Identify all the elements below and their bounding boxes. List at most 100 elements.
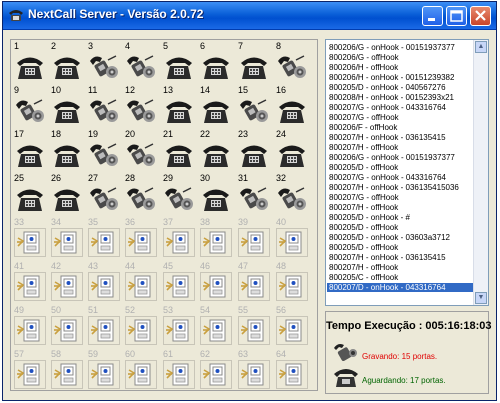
port-cell[interactable]: 18 <box>49 129 86 171</box>
port-cell[interactable]: 38 <box>198 217 235 259</box>
port-cell[interactable]: 44 <box>123 261 160 303</box>
port-cell[interactable]: 3 <box>86 41 123 83</box>
log-line[interactable]: 800207/H - offHook <box>329 143 398 152</box>
port-cell[interactable]: 59 <box>86 349 123 391</box>
port-cell[interactable]: 48 <box>274 261 311 303</box>
port-cell[interactable]: 47 <box>236 261 273 303</box>
log-line[interactable]: 800205/D - onHook - 03603a3712 <box>329 233 450 242</box>
port-number: 42 <box>51 261 62 271</box>
port-cell[interactable]: 52 <box>123 305 160 347</box>
port-cell[interactable]: 57 <box>12 349 49 391</box>
log-line[interactable]: 800207/H - offHook <box>329 203 398 212</box>
log-line[interactable]: 800205/D - onHook - # <box>329 213 410 222</box>
port-cell[interactable]: 9 <box>12 85 49 127</box>
port-cell[interactable]: 30 <box>198 173 235 215</box>
port-cell[interactable]: 37 <box>161 217 198 259</box>
port-cell[interactable]: 56 <box>274 305 311 347</box>
port-cell[interactable]: 12 <box>123 85 160 127</box>
port-cell[interactable]: 55 <box>236 305 273 347</box>
log-line[interactable]: 800207/G - offHook <box>329 113 399 122</box>
port-cell[interactable]: 26 <box>49 173 86 215</box>
close-button[interactable] <box>470 6 491 26</box>
port-cell[interactable]: 36 <box>123 217 160 259</box>
port-cell[interactable]: 35 <box>86 217 123 259</box>
port-cell[interactable]: 13 <box>161 85 198 127</box>
port-cell[interactable]: 62 <box>198 349 235 391</box>
port-cell[interactable]: 17 <box>12 129 49 171</box>
log-line[interactable]: 800205/C - offHook <box>329 273 398 282</box>
log-line[interactable]: 800206/G - offHook <box>329 53 399 62</box>
port-cell[interactable]: 7 <box>236 41 273 83</box>
port-cell[interactable]: 15 <box>236 85 273 127</box>
minimize-button[interactable] <box>422 6 443 26</box>
log-line[interactable]: 800205/D - offHook <box>329 163 398 172</box>
title-bar[interactable]: NextCall Server - Versão 2.0.72 <box>3 2 496 30</box>
port-cell[interactable]: 27 <box>86 173 123 215</box>
port-cell[interactable]: 20 <box>123 129 160 171</box>
log-line[interactable]: 800206/H - onHook - 00151239382 <box>329 73 454 82</box>
port-cell[interactable]: 31 <box>236 173 273 215</box>
port-cell[interactable]: 39 <box>236 217 273 259</box>
port-cell[interactable]: 6 <box>198 41 235 83</box>
port-cell[interactable]: 53 <box>161 305 198 347</box>
port-cell[interactable]: 61 <box>161 349 198 391</box>
port-cell[interactable]: 64 <box>274 349 311 391</box>
disabled-port-icon <box>125 316 157 345</box>
port-cell[interactable]: 58 <box>49 349 86 391</box>
port-cell[interactable]: 19 <box>86 129 123 171</box>
log-line[interactable]: 800207/H - onHook - 036135415 <box>329 133 446 142</box>
log-scrollbar[interactable]: ▲ ▼ <box>473 40 488 305</box>
log-line[interactable]: 800207/H - offHook <box>329 263 398 272</box>
port-cell[interactable]: 23 <box>236 129 273 171</box>
log-line[interactable]: 800206/G - onHook - 00151937377 <box>329 153 455 162</box>
port-cell[interactable]: 50 <box>49 305 86 347</box>
port-cell[interactable]: 5 <box>161 41 198 83</box>
port-cell[interactable]: 4 <box>123 41 160 83</box>
log-line[interactable]: 800208/H - onHook - 00152393x21 <box>329 93 454 102</box>
port-cell[interactable]: 2 <box>49 41 86 83</box>
port-cell[interactable]: 40 <box>274 217 311 259</box>
log-line[interactable]: 800207/G - offHook <box>329 193 399 202</box>
port-cell[interactable]: 8 <box>274 41 311 83</box>
port-cell[interactable]: 49 <box>12 305 49 347</box>
port-cell[interactable]: 46 <box>198 261 235 303</box>
port-cell[interactable]: 1 <box>12 41 49 83</box>
port-cell[interactable]: 33 <box>12 217 49 259</box>
port-cell[interactable]: 63 <box>236 349 273 391</box>
log-line[interactable]: 800205/D - offHook <box>329 243 398 252</box>
log-line[interactable]: 800207/H - onHook - 036135415036 <box>329 183 459 192</box>
log-line[interactable]: 800207/G - onHook - 043316764 <box>329 173 446 182</box>
port-cell[interactable]: 14 <box>198 85 235 127</box>
port-cell[interactable]: 28 <box>123 173 160 215</box>
disabled-port-icon <box>51 360 83 389</box>
port-cell[interactable]: 41 <box>12 261 49 303</box>
port-cell[interactable]: 34 <box>49 217 86 259</box>
scroll-down-icon[interactable]: ▼ <box>475 292 487 304</box>
maximize-button[interactable] <box>446 6 467 26</box>
port-cell[interactable]: 21 <box>161 129 198 171</box>
log-line[interactable]: 800205/D - onHook - 040567276 <box>329 83 446 92</box>
log-line[interactable]: 800205/D - offHook <box>329 223 398 232</box>
port-cell[interactable]: 54 <box>198 305 235 347</box>
port-cell[interactable]: 22 <box>198 129 235 171</box>
log-line[interactable]: 800207/H - onHook - 036135415 <box>329 253 446 262</box>
log-line-selected[interactable]: 800207/D - onHook - 043316764 <box>327 283 473 292</box>
port-cell[interactable]: 43 <box>86 261 123 303</box>
port-cell[interactable]: 60 <box>123 349 160 391</box>
port-cell[interactable]: 25 <box>12 173 49 215</box>
port-cell[interactable]: 29 <box>161 173 198 215</box>
log-line[interactable]: 800206/H - offHook <box>329 63 398 72</box>
port-cell[interactable]: 16 <box>274 85 311 127</box>
event-log-list[interactable]: 800207/D - onHook - 043316764 800205/C - … <box>325 39 489 306</box>
log-line[interactable]: 800207/G - onHook - 043316764 <box>329 103 446 112</box>
scroll-up-icon[interactable]: ▲ <box>475 41 487 53</box>
port-cell[interactable]: 45 <box>161 261 198 303</box>
port-cell[interactable]: 11 <box>86 85 123 127</box>
port-cell[interactable]: 32 <box>274 173 311 215</box>
port-cell[interactable]: 24 <box>274 129 311 171</box>
port-cell[interactable]: 10 <box>49 85 86 127</box>
log-line[interactable]: 800206/F - offHook <box>329 123 397 132</box>
port-cell[interactable]: 51 <box>86 305 123 347</box>
port-cell[interactable]: 42 <box>49 261 86 303</box>
log-line[interactable]: 800206/G - onHook - 00151937377 <box>329 43 455 52</box>
